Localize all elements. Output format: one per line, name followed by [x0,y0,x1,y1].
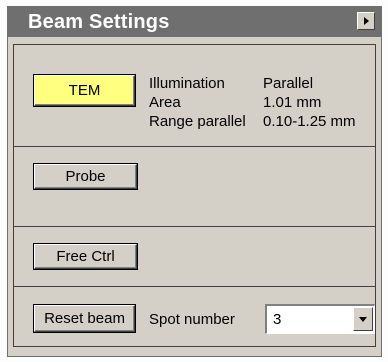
panel-titlebar: Beam Settings [8,7,381,37]
info-label: Area [149,94,181,111]
mode-section: TEM Illumination Parallel Area 1.01 mm R… [13,44,376,147]
info-value: Parallel [263,75,314,92]
panel-title: Beam Settings [28,11,170,33]
spot-section: Reset beam Spot number 3 [13,287,376,347]
app-frame: Beam Settings TEM Illumination Parallel … [0,0,388,362]
dropdown-button[interactable] [353,307,373,331]
chevron-down-icon [359,317,367,322]
free-ctrl-section: Free Ctrl [13,227,376,287]
info-label: Illumination [149,75,225,92]
tem-button[interactable]: TEM [33,74,136,107]
info-value: 0.10-1.25 mm [263,113,356,130]
spot-number-value: 3 [273,311,282,328]
probe-section: Probe [13,147,376,227]
triangle-right-icon [364,17,369,25]
probe-button[interactable]: Probe [33,163,138,190]
info-label: Range parallel [149,113,246,130]
spot-number-label: Spot number [149,311,235,328]
reset-beam-button[interactable]: Reset beam [33,304,136,333]
info-value: 1.01 mm [263,94,322,111]
beam-settings-panel: Beam Settings TEM Illumination Parallel … [7,6,382,357]
collapse-button[interactable] [357,12,375,30]
free-ctrl-button[interactable]: Free Ctrl [33,243,138,270]
spot-number-select[interactable]: 3 [265,304,375,334]
